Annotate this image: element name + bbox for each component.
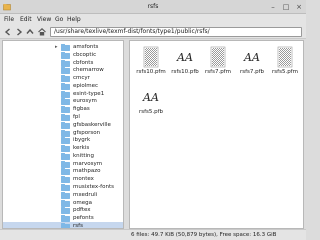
folder-label: cmcyr	[73, 75, 90, 82]
folder-label: eurosym	[73, 98, 97, 105]
svg-text:AA: AA	[142, 91, 159, 104]
sidebar-folder-item[interactable]: rsfs	[3, 221, 123, 228]
file-name-label: rsfs10.pfm	[136, 69, 166, 75]
file-name-label: rsfs7.pfb	[239, 69, 265, 75]
folder-label: musixtex-fonts	[73, 184, 114, 191]
folder-label: knitting	[73, 152, 95, 159]
folder-label: mathpazo	[73, 168, 101, 175]
folder-label: mxedruli	[73, 191, 98, 198]
arrow-up-icon	[26, 28, 34, 34]
folder-label: cbfonts	[73, 59, 94, 66]
font-file-icon: AA	[176, 46, 194, 68]
folder-label: epiolmec	[73, 82, 99, 89]
menu-file[interactable]: File	[4, 16, 14, 23]
file-view[interactable]: rsfs10.pfm AA rsfs10.pfb rsfs7.pfm AA rsfs7.p…	[129, 40, 304, 229]
status-bar: 6 files: 49.7 KiB (50,879 bytes), Free s…	[0, 229, 306, 240]
directory-tree[interactable]: ▸ amsfonts cbcoptic cbfonts chemarrow cmcyr ep…	[2, 40, 124, 229]
folder-label: pdftex	[73, 207, 91, 214]
folder-label: kerkis	[73, 145, 90, 152]
folder-label: esint-type1	[73, 90, 105, 97]
folder-label: chemarrow	[73, 67, 104, 74]
location-bar[interactable]: /usr/share/texlive/texmf-dist/fonts/type…	[50, 27, 302, 37]
menu-bar: File Edit View Go Help	[0, 14, 306, 25]
toolbar: /usr/share/texlive/texmf-dist/fonts/type…	[0, 25, 306, 39]
file-name-label: rsfs5.pfb	[138, 109, 164, 115]
file-name-label: rsfs10.pfb	[171, 69, 199, 75]
folder-label: omega	[73, 199, 92, 206]
folder-label: cbcoptic	[73, 51, 97, 58]
svg-text:AA: AA	[176, 51, 193, 64]
folder-label: pefonts	[73, 215, 94, 222]
folder-label: ibygrk	[73, 137, 91, 144]
file-item[interactable]: rsfs7.pfm	[200, 46, 236, 82]
folder-label: gfsporson	[73, 129, 101, 136]
folder-label: fpl	[73, 114, 80, 121]
file-item[interactable]: rsfs5.pfm	[267, 46, 303, 82]
close-icon[interactable]: ×	[294, 2, 304, 12]
expander-arrow-icon[interactable]: ▸	[55, 44, 58, 50]
folder-label: gfsbaskerville	[73, 121, 111, 128]
folder-label: figbas	[73, 106, 90, 113]
svg-text:AA: AA	[243, 51, 260, 64]
status-text: 6 files: 49.7 KiB (50,879 bytes), Free s…	[131, 232, 277, 238]
font-file-icon: AA	[243, 46, 261, 68]
font-metrics-file-icon	[209, 46, 227, 68]
minimize-icon[interactable]: –	[268, 2, 278, 12]
menu-go[interactable]: Go	[55, 16, 63, 23]
font-metrics-file-icon	[142, 46, 160, 68]
title-bar: rsfs – □ ×	[0, 0, 306, 14]
file-item[interactable]: AA rsfs5.pfb	[133, 86, 169, 122]
home-icon	[38, 28, 46, 36]
menu-view[interactable]: View	[37, 16, 51, 23]
file-item[interactable]: rsfs10.pfm	[133, 46, 169, 82]
back-button[interactable]	[3, 27, 13, 37]
folder-label: marvosym	[73, 160, 103, 167]
window-title: rsfs	[147, 3, 159, 10]
font-file-icon: AA	[142, 86, 160, 108]
maximize-icon[interactable]: □	[281, 2, 291, 12]
file-item[interactable]: AA rsfs7.pfb	[234, 46, 270, 82]
folder-label: amsfonts	[73, 44, 99, 50]
arrow-left-icon	[4, 28, 10, 36]
folder-label: montex	[73, 176, 94, 183]
menu-edit[interactable]: Edit	[20, 16, 32, 23]
menu-help[interactable]: Help	[67, 16, 81, 23]
up-button[interactable]	[25, 27, 35, 37]
forward-button[interactable]	[14, 27, 24, 37]
file-name-label: rsfs7.pfm	[205, 69, 231, 75]
file-item[interactable]: AA rsfs10.pfb	[167, 46, 203, 82]
font-metrics-file-icon	[276, 46, 294, 68]
home-button[interactable]	[37, 27, 47, 37]
arrow-right-icon	[17, 28, 23, 36]
file-name-label: rsfs5.pfm	[272, 69, 298, 75]
